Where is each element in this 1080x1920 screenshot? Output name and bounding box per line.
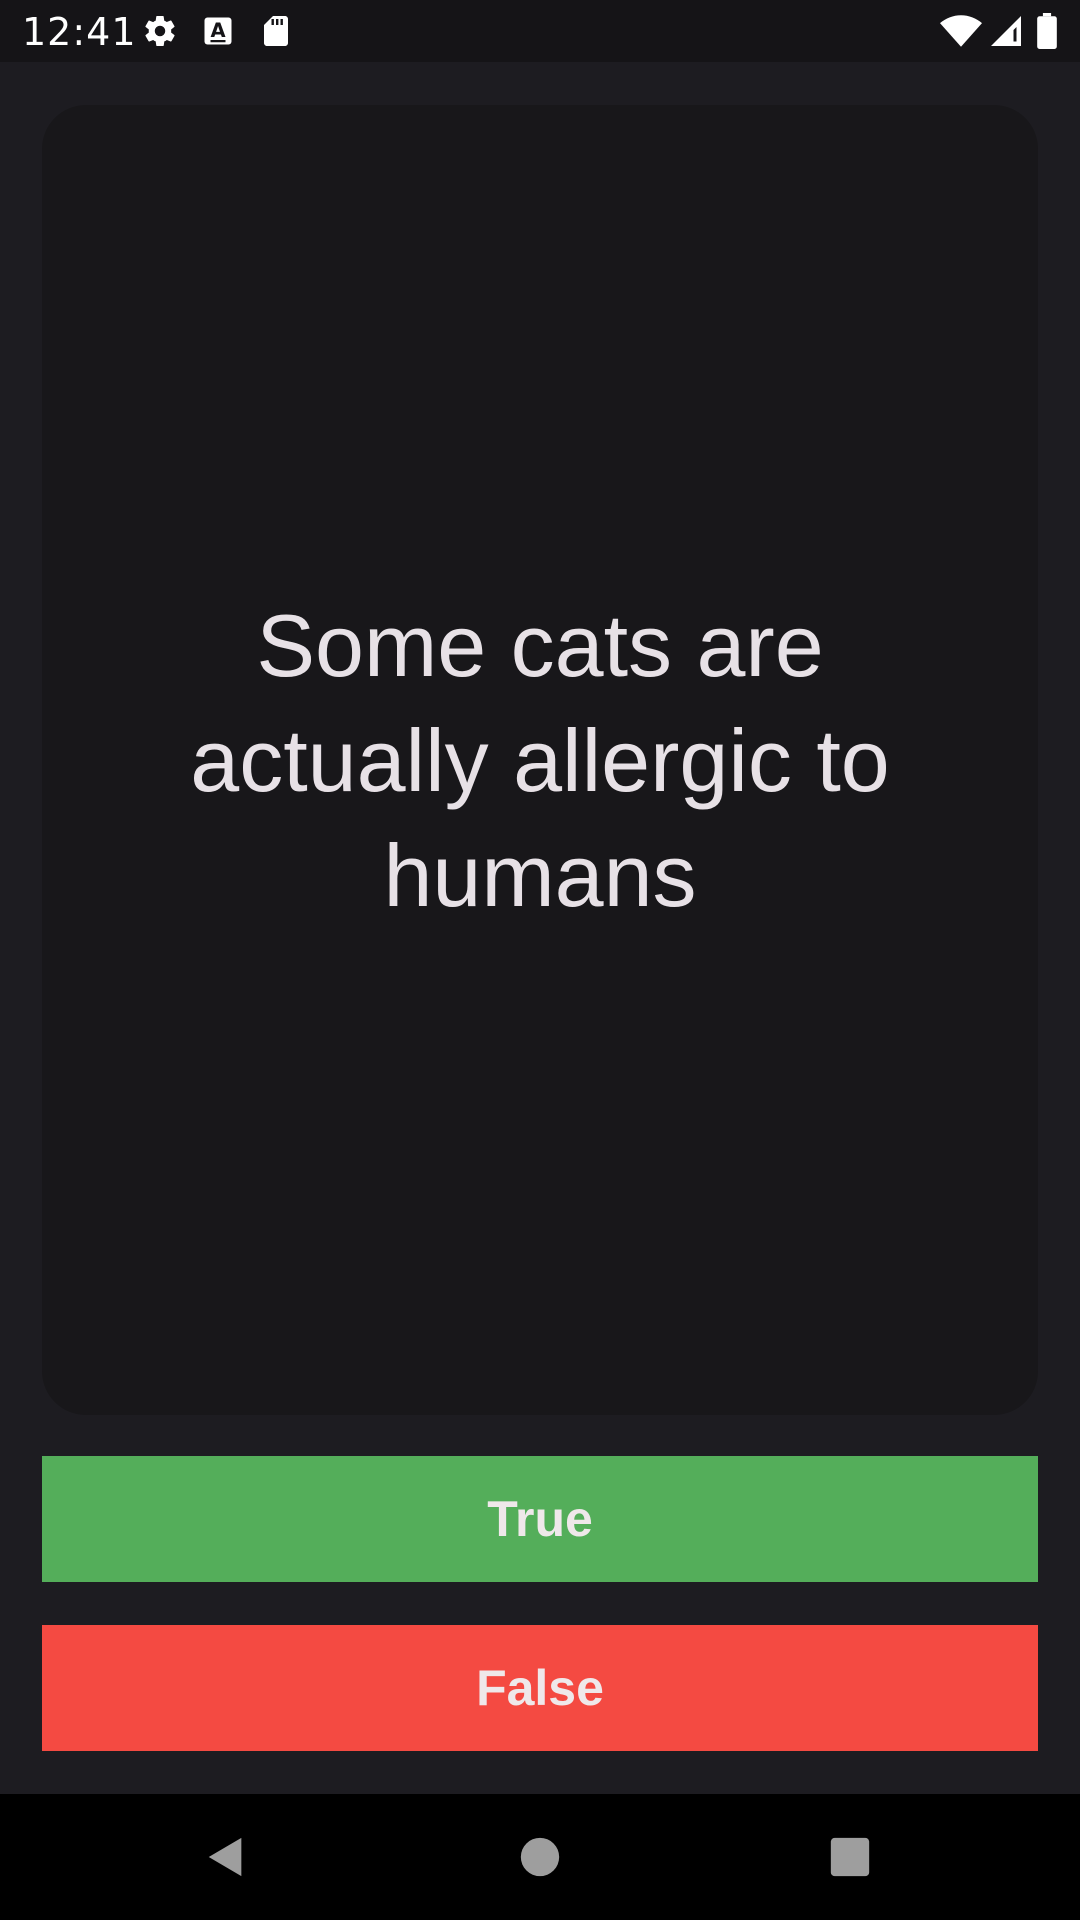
battery-icon [1036,13,1058,49]
question-card: Some cats are actually allergic to human… [42,105,1038,1415]
question-text: Some cats are actually allergic to human… [190,595,890,925]
app-content: Some cats are actually allergic to human… [0,62,1080,1794]
false-button[interactable]: False [42,1625,1038,1751]
back-icon[interactable] [203,1834,249,1880]
wifi-icon [940,13,982,49]
text-a-icon: A [200,13,236,49]
recents-icon[interactable] [827,1834,873,1880]
status-time: 12:41 [22,10,137,54]
svg-text:A: A [210,19,225,42]
gear-icon [142,13,178,49]
navigation-bar [0,1794,1080,1920]
status-bar: 12:41 A [0,0,1080,62]
signal-icon [988,13,1024,49]
true-button[interactable]: True [42,1456,1038,1582]
home-icon[interactable] [517,1834,563,1880]
sd-card-icon [258,13,294,49]
